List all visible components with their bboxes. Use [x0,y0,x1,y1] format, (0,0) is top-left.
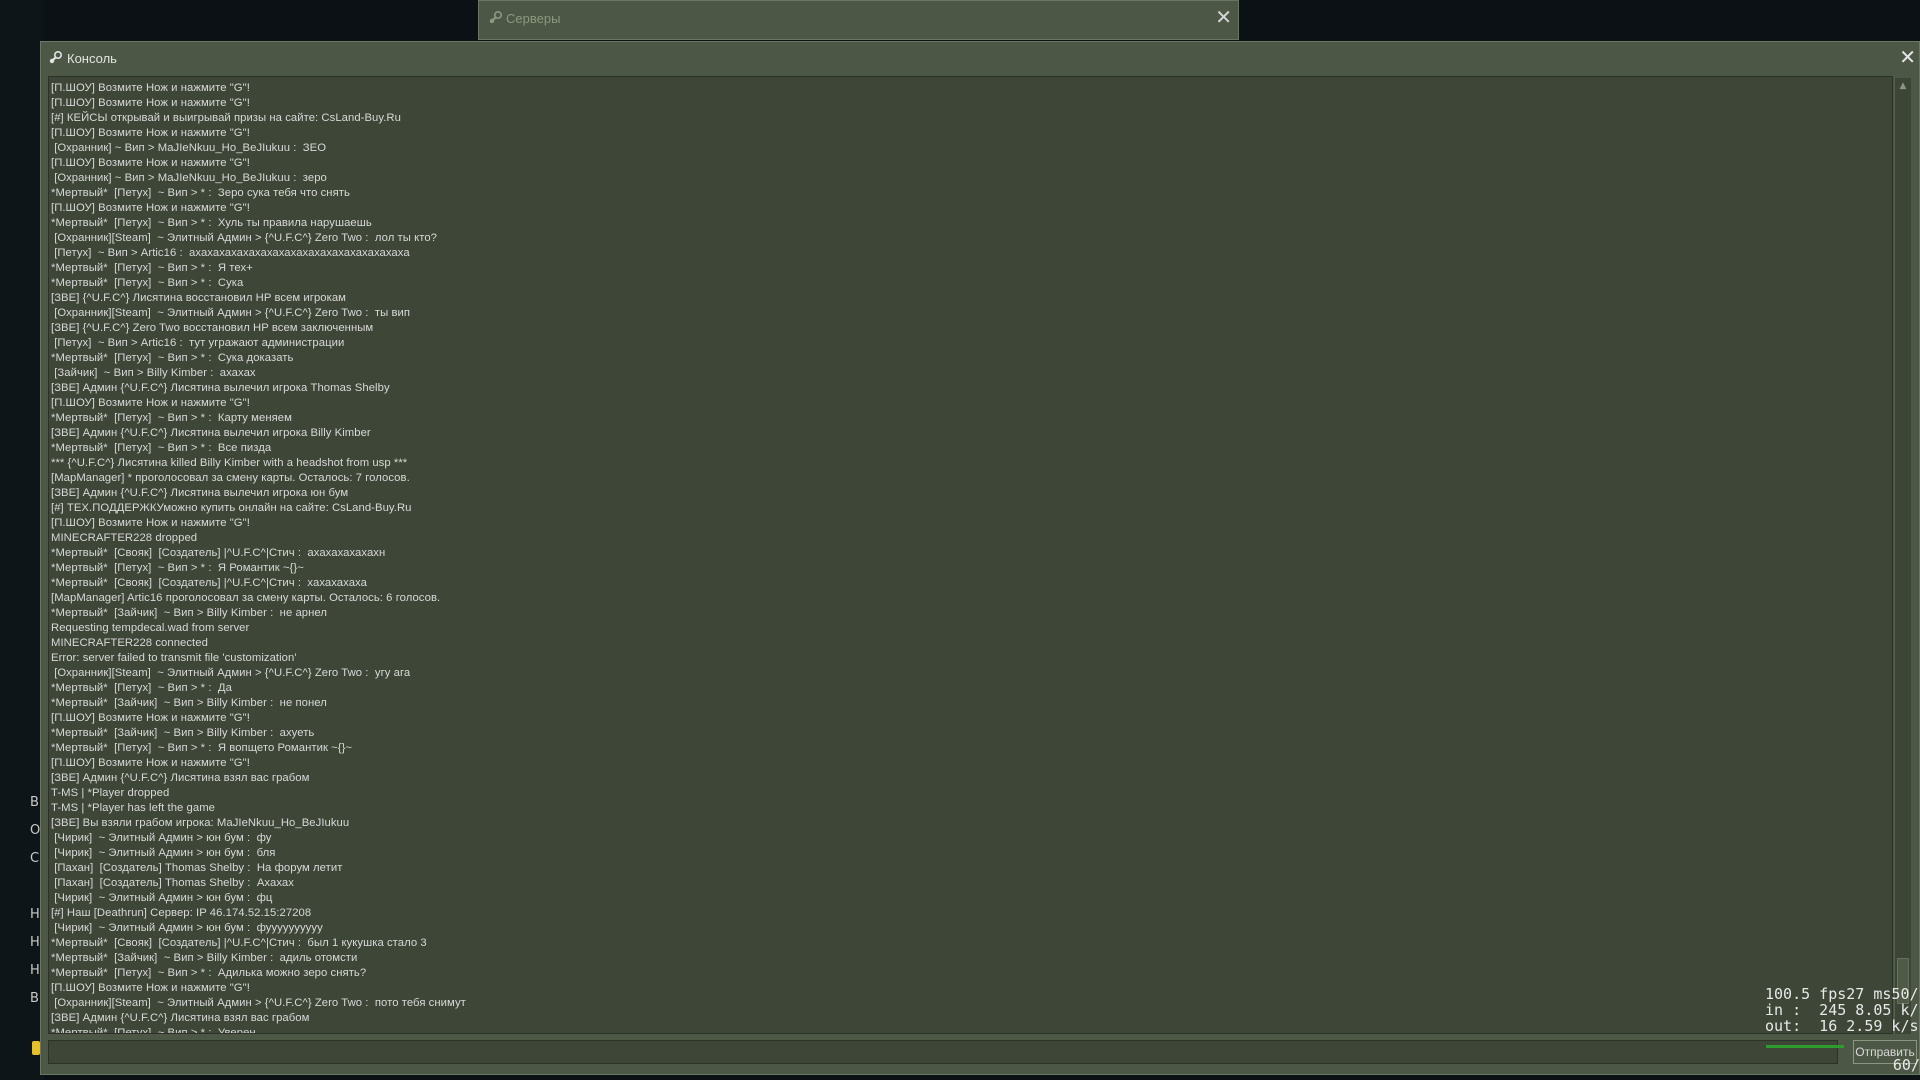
console-log-line: [П.ШОУ] Возмите Нож и нажмите "G"! [51,982,250,994]
console-log-line: [П.ШОУ] Возмите Нож и нажмите "G"! [51,757,250,769]
console-log-line: [Пахан] [Создатель] Thomas Shelby : Ахах… [51,877,294,889]
console-log-line: [ЗВЕ] {^U.F.C^} Лисятина восстановил HP … [51,292,346,304]
console-log-line: [Охранник] ~ Вип > MaJIeNkuu_Ho_BeJIukuu… [51,142,327,154]
console-log-line: *Мертвый* [Петух] ~ Вип > * : Карту меня… [51,412,292,424]
console-log-line: [Охранник][Steam] ~ Элитный Админ > {^U.… [51,232,438,244]
console-log-line: *Мертвый* [Петух] ~ Вип > * : Я вопщето … [51,742,353,754]
console-log-line: *Мертвый* [Петух] ~ Вип > * : Хуль ты пр… [51,217,372,229]
console-log-line: *Мертвый* [Петух] ~ Вип > * : Я тех+ [51,262,253,274]
background-hud-letter: Н [30,907,40,922]
console-log-line: *Мертвый* [Петух] ~ Вип > * : Адилька мо… [51,967,367,979]
console-log-line: Error: server failed to transmit file 'c… [51,652,297,664]
servers-window[interactable]: Серверы ✕ [478,0,1239,40]
console-log-line: MINECRAFTER228 connected [51,637,208,649]
console-log-line: [ЗВЕ] Админ {^U.F.C^} Лисятина вылечил и… [51,382,390,394]
console-log-line: [Пахан] [Создатель] Thomas Shelby : На ф… [51,862,343,874]
net-graph-fps: 100.5 fps27 ms50/ [1765,985,1919,1003]
console-log-line: [Чирик] ~ Элитный Админ > юн бум : бля [51,847,276,859]
console-log-line: Requesting tempdecal.wad from server [51,622,250,634]
console-log-line: [Чирик] ~ Элитный Админ > юн бум : фуууу… [51,922,323,934]
console-log-line: [Охранник][Steam] ~ Элитный Админ > {^U.… [51,667,411,679]
console-scrollbar[interactable]: ▲ [1894,78,1911,1034]
console-log-line: [Чирик] ~ Элитный Админ > юн бум : фц [51,892,273,904]
console-log-line: [П.ШОУ] Возмите Нож и нажмите "G"! [51,97,250,109]
console-log-line: [Петух] ~ Вип > Artic16 : тут угражают а… [51,337,345,349]
console-log-line: [П.ШОУ] Возмите Нож и нажмите "G"! [51,712,250,724]
console-log-line: *Мертвый* [Свояк] [Создатель] |^U.F.C^|С… [51,577,367,589]
console-log-line: [Охранник][Steam] ~ Элитный Админ > {^U.… [51,997,466,1009]
console-log-line: *** {^U.F.C^} Лисятина killed Billy Kimb… [51,457,408,469]
console-log-line: T-MS | *Player dropped [51,787,170,799]
net-graph: 100.5 fps27 ms50/ in : 245 8.05 k/s out:… [1762,986,1920,1080]
net-graph-out: out: 16 2.59 k/s [1765,1017,1919,1035]
console-log-line: *Мертвый* [Зайчик] ~ Вип > Billy Kimber … [51,727,315,739]
scroll-up-arrow-icon[interactable]: ▲ [1895,78,1911,95]
console-log-line: [П.ШОУ] Возмите Нож и нажмите "G"! [51,202,250,214]
console-log-line: [ЗВЕ] Админ {^U.F.C^} Лисятина вылечил и… [51,487,349,499]
console-log-line: *Мертвый* [Петух] ~ Вип > * : Уверен [51,1027,256,1034]
console-log-lines: [П.ШОУ] Возмите Нож и нажмите "G"! [П.ШОУ… [49,77,1892,1034]
console-log-line: [П.ШОУ] Возмите Нож и нажмите "G"! [51,157,250,169]
steam-icon [489,10,503,24]
console-log-line: *Мертвый* [Свояк] [Создатель] |^U.F.C^|С… [51,937,427,949]
background-hud-letter: Н [30,935,40,950]
console-log-line: [П.ШОУ] Возмите Нож и нажмите "G"! [51,82,250,94]
console-log-line: [П.ШОУ] Возмите Нож и нажмите "G"! [51,127,250,139]
background-hud-letter: В [30,991,39,1006]
steam-icon [49,50,63,64]
console-log-line: [Охранник][Steam] ~ Элитный Админ > {^U.… [51,307,411,319]
console-log[interactable]: [П.ШОУ] Возмите Нож и нажмите "G"! [П.ШОУ… [48,76,1893,1034]
background-hud-letter: В [30,795,39,810]
servers-window-title: Серверы [506,11,561,26]
console-log-line: *Мертвый* [Петух] ~ Вип > * : Все пизда [51,442,272,454]
console-log-line: *Мертвый* [Зайчик] ~ Вип > Billy Kimber … [51,607,328,619]
console-log-line: [Охранник] ~ Вип > MaJIeNkuu_Ho_BeJIukuu… [51,172,327,184]
console-log-line: *Мертвый* [Петух] ~ Вип > * : Сука [51,277,244,289]
console-log-line: [ЗВЕ] Админ {^U.F.C^} Лисятина вылечил и… [51,427,371,439]
net-graph-bar [1766,1045,1844,1048]
console-log-line: [#] ТЕХ.ПОДДЕРЖКУможно купить онлайн на … [51,502,412,514]
console-log-line: [#] Наш [Deathrun] Сервер: IP 46.174.52.… [51,907,312,919]
console-log-line: *Мертвый* [Петух] ~ Вип > * : Сука доказ… [51,352,294,364]
console-log-line: *Мертвый* [Петух] ~ Вип > * : Зеро сука … [51,187,350,199]
console-titlebar[interactable]: Консоль ✕ [41,42,1919,74]
console-log-line: [ЗВЕ] Вы взяли грабом игрока: MaJIeNkuu_… [51,817,350,829]
console-log-line: [MapManager] * проголосовал за смену кар… [51,472,410,484]
console-window-title: Консоль [67,51,117,66]
console-command-input[interactable] [48,1040,1838,1064]
console-log-line: T-MS | *Player has left the game [51,802,216,814]
background-hud-letter: С [30,851,40,866]
servers-close-icon[interactable]: ✕ [1215,5,1232,29]
net-graph-rate: 60/ [1892,1056,1920,1074]
console-log-line: *Мертвый* [Зайчик] ~ Вип > Billy Kimber … [51,697,327,709]
console-log-line: [ЗВЕ] Админ {^U.F.C^} Лисятина взял вас … [51,772,310,784]
console-close-icon[interactable]: ✕ [1899,45,1916,69]
console-log-line: [MapManager] Artic16 проголосовал за сме… [51,592,441,604]
console-log-line: [П.ШОУ] Возмите Нож и нажмите "G"! [51,397,250,409]
console-log-line: [П.ШОУ] Возмите Нож и нажмите "G"! [51,517,250,529]
console-log-line: *Мертвый* [Петух] ~ Вип > * : Да [51,682,232,694]
console-log-line: [Чирик] ~ Элитный Админ > юн бум : фу [51,832,272,844]
console-log-line: [ЗВЕ] {^U.F.C^} Zero Two восстановил HP … [51,322,374,334]
console-log-line: [ЗВЕ] Админ {^U.F.C^} Лисятина взял вас … [51,1012,310,1024]
console-window: Консоль ✕ [П.ШОУ] Возмите Нож и нажмите … [40,41,1920,1075]
console-log-line: [Петух] ~ Вип > Artic16 : ахахахахахахах… [51,247,410,259]
console-log-line: *Мертвый* [Зайчик] ~ Вип > Billy Kimber … [51,952,358,964]
console-log-line: [#] КЕЙСЫ открывай и выигрывай призы на … [51,112,401,124]
console-input-row: Отправить [48,1040,1917,1066]
console-log-line: MINECRAFTER228 dropped [51,532,198,544]
console-log-line: *Мертвый* [Петух] ~ Вип > * : Я Романтик… [51,562,304,574]
console-log-line: *Мертвый* [Свояк] [Создатель] |^U.F.C^|С… [51,547,386,559]
net-graph-in: in : 245 8.05 k/s [1765,1001,1920,1019]
background-hud-letter: Н [30,963,40,978]
background-hud-indicator [32,1041,40,1055]
console-log-line: [Зайчик] ~ Вип > Billy Kimber : ахахах [51,367,256,379]
background-hud-letter: О [30,823,41,838]
